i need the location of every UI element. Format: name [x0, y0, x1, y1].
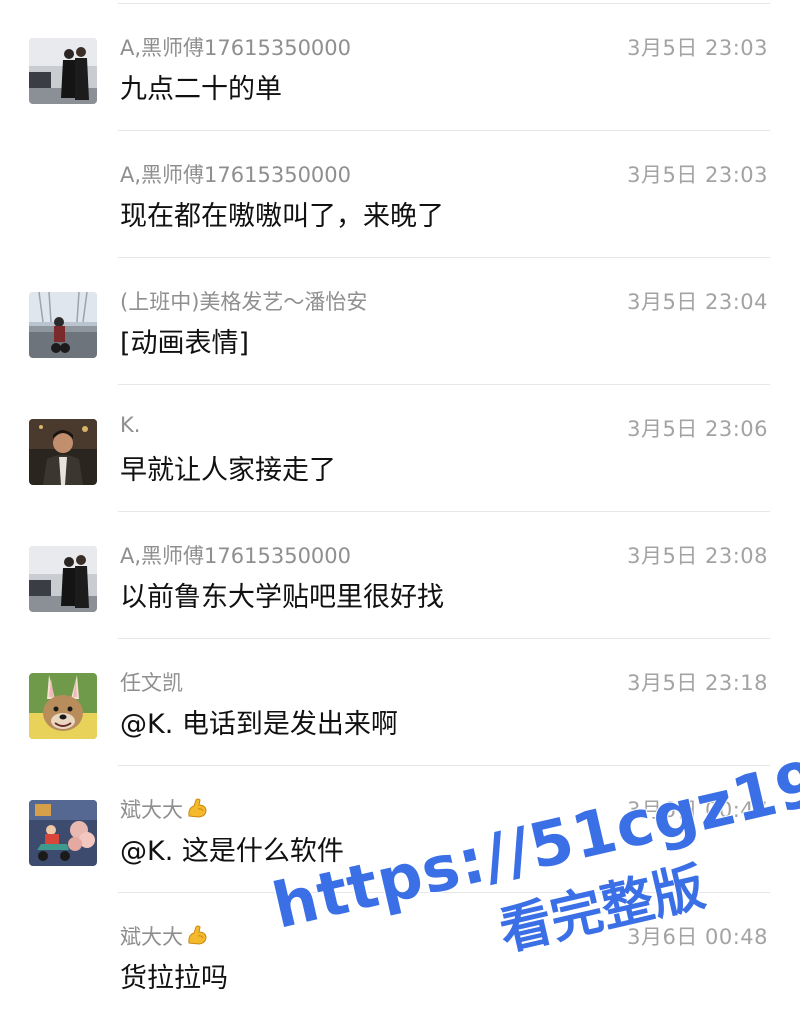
sender-name: (上班中)美格发艺～潘怡安	[120, 290, 368, 314]
avatar[interactable]	[29, 673, 97, 739]
message-time: 3月6日 00:47	[627, 798, 768, 822]
couple-photo-avatar	[29, 546, 97, 612]
sender-name: 任文凯	[120, 671, 183, 695]
flexed-biceps-icon	[188, 925, 207, 945]
sender-name: A,黑师傅17615350000	[120, 163, 352, 187]
avatar[interactable]	[29, 800, 97, 866]
message-time: 3月5日 23:03	[627, 36, 768, 60]
message-text: [动画表情]	[120, 328, 250, 359]
man-portrait-avatar	[29, 419, 97, 485]
message-time: 3月6日 00:48	[627, 925, 768, 949]
sender-name: A,黑师傅17615350000	[120, 544, 352, 568]
couple-photo-avatar	[29, 38, 97, 104]
sender-name: 斌大大	[120, 921, 209, 951]
scooter-illustration-avatar	[29, 800, 97, 866]
message-time: 3月5日 23:04	[627, 290, 768, 314]
avatar[interactable]	[29, 546, 97, 612]
chat-message-row[interactable]: A,黑师傅17615350000 3月5日 23:03 现在都在嗷嗷叫了，来晚了	[0, 131, 800, 258]
message-text: @K. 电话到是发出来啊	[120, 709, 398, 740]
message-text: 九点二十的单	[120, 74, 282, 105]
chat-message-row[interactable]: (上班中)美格发艺～潘怡安 3月5日 23:04 [动画表情]	[0, 258, 800, 385]
sender-name: 斌大大	[120, 794, 209, 824]
avatar[interactable]	[29, 419, 97, 485]
sender-name-text: 斌大大	[120, 925, 183, 949]
chat-message-row[interactable]: A,黑师傅17615350000 3月5日 23:08 以前鲁东大学贴吧里很好找	[0, 512, 800, 639]
message-time: 3月5日 23:03	[627, 163, 768, 187]
message-text: 早就让人家接走了	[120, 455, 336, 486]
message-time: 3月5日 23:18	[627, 671, 768, 695]
chat-message-row[interactable]: 斌大大 3月6日 00:48 货拉拉吗	[0, 893, 800, 1018]
sender-name-text: 斌大大	[120, 798, 183, 822]
message-time: 3月5日 23:06	[627, 417, 768, 441]
message-text: 以前鲁东大学贴吧里很好找	[120, 582, 444, 613]
message-time: 3月5日 23:08	[627, 544, 768, 568]
chat-message-row[interactable]: A,黑师傅17615350000 3月5日 23:03 九点二十的单	[0, 4, 800, 131]
avatar[interactable]	[29, 292, 97, 358]
message-text: 货拉拉吗	[120, 963, 228, 994]
flexed-biceps-icon	[188, 798, 207, 818]
sender-name: A,黑师傅17615350000	[120, 36, 352, 60]
chat-message-row[interactable]: 任文凯 3月5日 23:18 @K. 电话到是发出来啊	[0, 639, 800, 766]
avatar[interactable]	[29, 38, 97, 104]
sender-name: K.	[120, 413, 141, 437]
motorcycle-bridge-avatar	[29, 292, 97, 358]
dog-bunny-ears-avatar	[29, 673, 97, 739]
chat-message-row[interactable]: K. 3月5日 23:06 早就让人家接走了	[0, 385, 800, 512]
chat-message-row[interactable]: 斌大大 3月6日 00:47 @K. 这是什么软件	[0, 766, 800, 893]
message-text: 现在都在嗷嗷叫了，来晚了	[120, 201, 444, 232]
message-text: @K. 这是什么软件	[120, 836, 344, 867]
